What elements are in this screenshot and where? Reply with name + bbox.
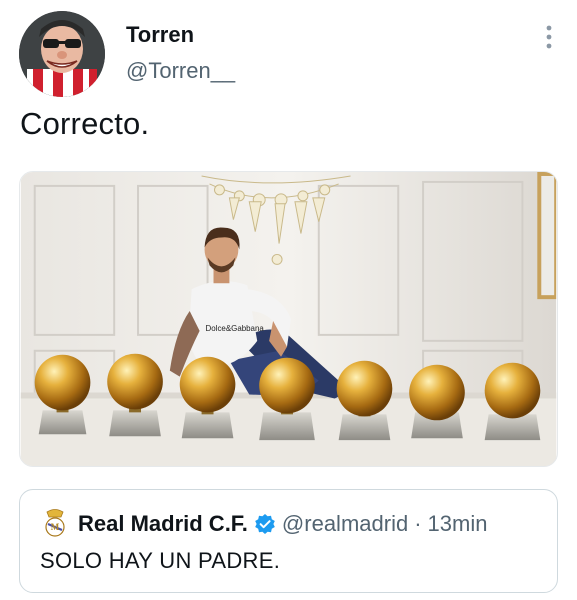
quoted-tweet-timestamp[interactable]: 13min <box>428 511 488 537</box>
ballon-dor-trophies-photo: Dolce&Gabbana <box>20 172 557 466</box>
quoted-author-name[interactable]: Real Madrid C.F. <box>78 511 248 537</box>
quoted-tweet-card[interactable]: M Real Madrid C.F. @realmadrid · 13min S… <box>19 489 558 593</box>
verified-badge-icon <box>254 513 276 535</box>
real-madrid-crest-icon: M <box>45 509 65 537</box>
quoted-author-avatar[interactable]: M <box>42 508 68 538</box>
quoted-tweet-text: SOLO HAY UN PADRE. <box>40 548 281 573</box>
svg-text:M: M <box>51 522 60 532</box>
more-vertical-icon <box>546 25 552 49</box>
quoted-tweet-header: Real Madrid C.F. @realmadrid · 13min <box>78 511 487 537</box>
shirt-print-text: Dolce&Gabbana <box>206 324 265 333</box>
tweet-text: Correcto. <box>20 106 150 141</box>
tweet-media-image[interactable]: Dolce&Gabbana <box>19 171 558 467</box>
quoted-header-separator: · <box>414 511 422 536</box>
author-display-name[interactable]: Torren <box>126 22 194 48</box>
quoted-author-handle[interactable]: @realmadrid <box>282 511 408 537</box>
author-handle[interactable]: @Torren__ <box>126 58 235 84</box>
more-options-button[interactable] <box>543 22 555 52</box>
cartoon-face-avatar-image <box>19 11 105 97</box>
author-avatar[interactable] <box>19 11 105 97</box>
